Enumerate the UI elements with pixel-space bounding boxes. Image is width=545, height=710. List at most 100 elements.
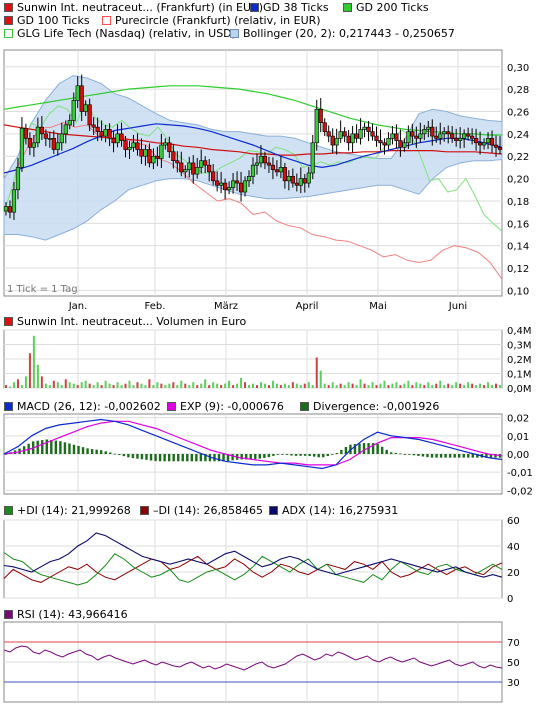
volume-bar (192, 382, 195, 388)
divergence-bar (181, 454, 184, 462)
candle-body (139, 149, 144, 157)
volume-bar (60, 385, 63, 388)
volume-bar (259, 382, 262, 388)
candle-body (270, 164, 276, 170)
divergence-bar (376, 443, 379, 454)
volume-bar (307, 382, 310, 388)
volume-bar (108, 383, 111, 388)
x-tick-label: Jan. (68, 301, 88, 312)
divergence-bar (331, 454, 334, 455)
candle-body (131, 142, 136, 148)
candle-body (234, 180, 240, 184)
volume-bar (351, 383, 354, 388)
candle-body (179, 162, 184, 173)
candle-body (374, 135, 379, 141)
price-y-tick: 0,12 (507, 264, 529, 275)
candle-body (159, 144, 164, 159)
candle-body (7, 206, 13, 213)
volume-bar (116, 382, 119, 388)
volume-bar (283, 383, 286, 388)
candle-body (362, 126, 367, 130)
legend-swatch (230, 29, 239, 38)
candle-body (390, 133, 395, 139)
candle-body (262, 155, 268, 164)
volume-bar (84, 380, 87, 388)
divergence-bar (231, 454, 234, 461)
volume-bar (20, 385, 23, 388)
divergence-bar (408, 454, 411, 455)
candle-body (111, 138, 116, 144)
divergence-bar (394, 452, 397, 454)
volume-bar (427, 382, 430, 388)
candle-body (107, 129, 112, 139)
dmi-y-tick: 60 (507, 516, 520, 527)
candle-body (386, 138, 391, 146)
candle-body (171, 151, 176, 162)
candle-body (63, 124, 68, 135)
candle-body (294, 182, 299, 186)
price-y-tick: 0,20 (507, 175, 529, 186)
candle-body (199, 160, 204, 168)
volume-bar (168, 383, 171, 388)
volume-bar (208, 385, 211, 388)
price-y-tick: 0,22 (507, 152, 529, 163)
volume-bar (144, 385, 147, 388)
volume-bar (435, 383, 438, 388)
candle-body (406, 131, 411, 144)
divergence-bar (54, 440, 58, 454)
volume-bar (367, 385, 370, 388)
legend-swatch (300, 402, 309, 411)
candle-body (27, 138, 33, 148)
volume-bar (24, 376, 27, 388)
volume-bar (387, 385, 390, 388)
volume-bar (327, 385, 330, 388)
price-y-tick: 0,18 (507, 197, 529, 208)
candle-body (95, 126, 100, 132)
legend-swatch (343, 3, 352, 12)
volume-bar (303, 383, 306, 388)
volume-bar (96, 382, 99, 388)
volume-bar (267, 385, 270, 388)
candle-body (477, 142, 483, 146)
legend-swatch (4, 402, 13, 411)
candle-body (223, 182, 228, 191)
volume-bar (72, 383, 75, 388)
volume-bar (295, 383, 298, 388)
divergence-bar (68, 443, 71, 454)
candle-body (242, 180, 248, 193)
price-y-tick: 0,26 (507, 108, 529, 119)
legend-swatch (4, 506, 13, 515)
volume-bar (160, 383, 163, 388)
macd-chart: 0,02 0,01 0,00 -0,01 -0,02 (3, 413, 533, 497)
legend-item-price: Sunwin Int. neutraceut... (Frankfurt) (i… (4, 1, 263, 14)
volume-bar (196, 385, 199, 388)
volume-bar (263, 383, 266, 388)
volume-bar (355, 385, 358, 388)
volume-bar (451, 385, 454, 388)
candle-body (430, 126, 435, 137)
volume-bar (164, 385, 167, 388)
divergence-bar (109, 452, 112, 454)
volume-bar (311, 385, 314, 388)
volume-bar (180, 380, 183, 388)
rsi-y-tick: 50 (507, 658, 520, 669)
volume-bar (495, 383, 498, 388)
volume-y-tick: 0,4M (507, 326, 532, 337)
divergence-bar (322, 454, 325, 458)
candle-body (163, 142, 168, 146)
candle-body (195, 167, 200, 175)
volume-bar (423, 385, 426, 388)
candle-body (59, 133, 64, 144)
candle-body (473, 138, 479, 144)
candle-body (422, 129, 427, 135)
x-tick-label: Mai (369, 301, 387, 312)
volume-bar (463, 385, 466, 388)
volume-bar (8, 386, 11, 388)
candle-body (15, 167, 21, 191)
x-tick-label: Juni (448, 301, 467, 312)
volume-bar (319, 370, 322, 388)
volume-y-tick: 0,0M (507, 384, 532, 395)
candle-body (330, 135, 335, 146)
volume-bar (32, 335, 35, 388)
candle-body (314, 108, 319, 144)
